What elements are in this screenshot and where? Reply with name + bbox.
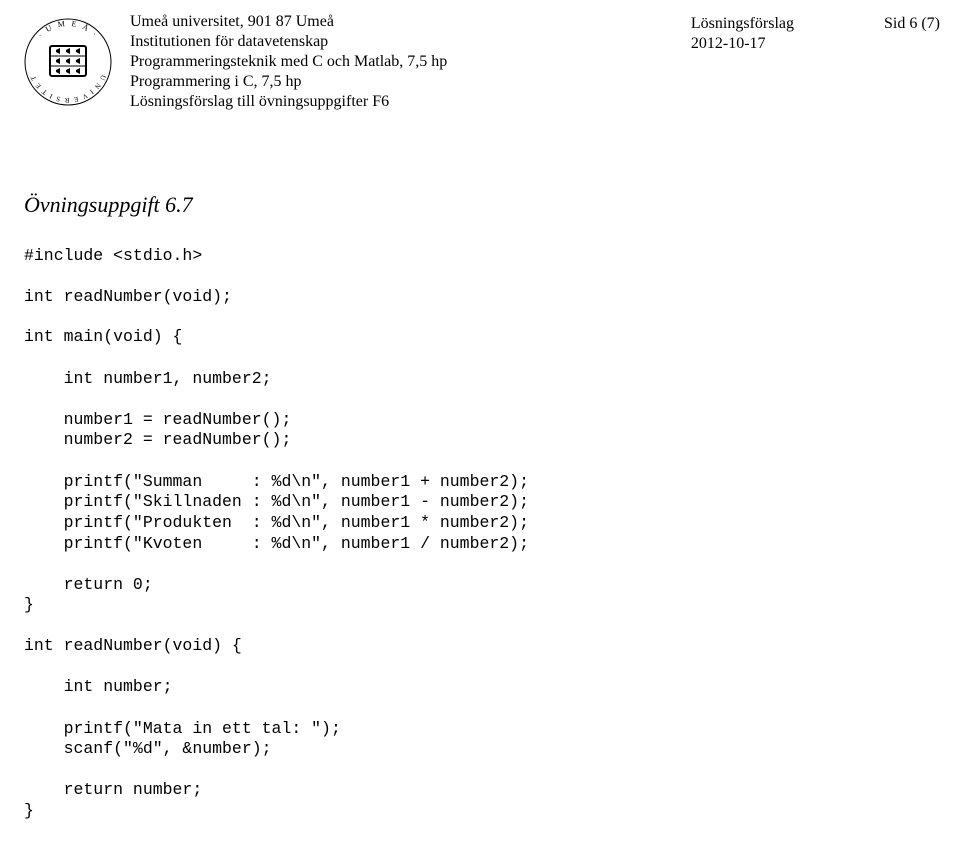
header-course-2: Programmering i C, 7,5 hp: [130, 72, 677, 92]
header-subtitle: Lösningsförslag till övningsuppgifter F6: [130, 92, 677, 112]
university-logo: · U M E Å · U N I V E R S I T E T: [20, 12, 116, 112]
code-prototype: int readNumber(void);: [24, 287, 936, 308]
code-readnumber: int readNumber(void) { int number; print…: [24, 636, 936, 822]
header-meta: Lösningsförslag 2012-10-17 Sid 6 (7): [691, 12, 940, 54]
header-department: Institutionen för datavetenskap: [130, 32, 677, 52]
header-page-label: Sid 6 (7): [884, 14, 940, 34]
header-university: Umeå universitet, 901 87 Umeå: [130, 12, 677, 32]
svg-text:U N I V E R S I T E T: U N I V E R S I T E T: [29, 74, 108, 105]
page: · U M E Å · U N I V E R S I T E T: [0, 0, 960, 845]
header-meta-left: Lösningsförslag 2012-10-17: [691, 14, 794, 54]
code-include: #include <stdio.h>: [24, 246, 936, 267]
header-doc-type: Lösningsförslag: [691, 14, 794, 34]
exercise-title: Övningsuppgift 6.7: [24, 192, 936, 218]
header-institution-block: Umeå universitet, 901 87 Umeå Institutio…: [130, 12, 677, 112]
header-course-1: Programmeringsteknik med C och Matlab, 7…: [130, 52, 677, 72]
header-meta-right: Sid 6 (7): [884, 14, 940, 34]
svg-text:· U M E Å ·: · U M E Å ·: [36, 19, 100, 40]
page-header: · U M E Å · U N I V E R S I T E T: [20, 12, 940, 112]
code-main: int main(void) { int number1, number2; n…: [24, 327, 936, 616]
header-date: 2012-10-17: [691, 34, 794, 54]
document-body: Övningsuppgift 6.7 #include <stdio.h> in…: [20, 192, 940, 822]
